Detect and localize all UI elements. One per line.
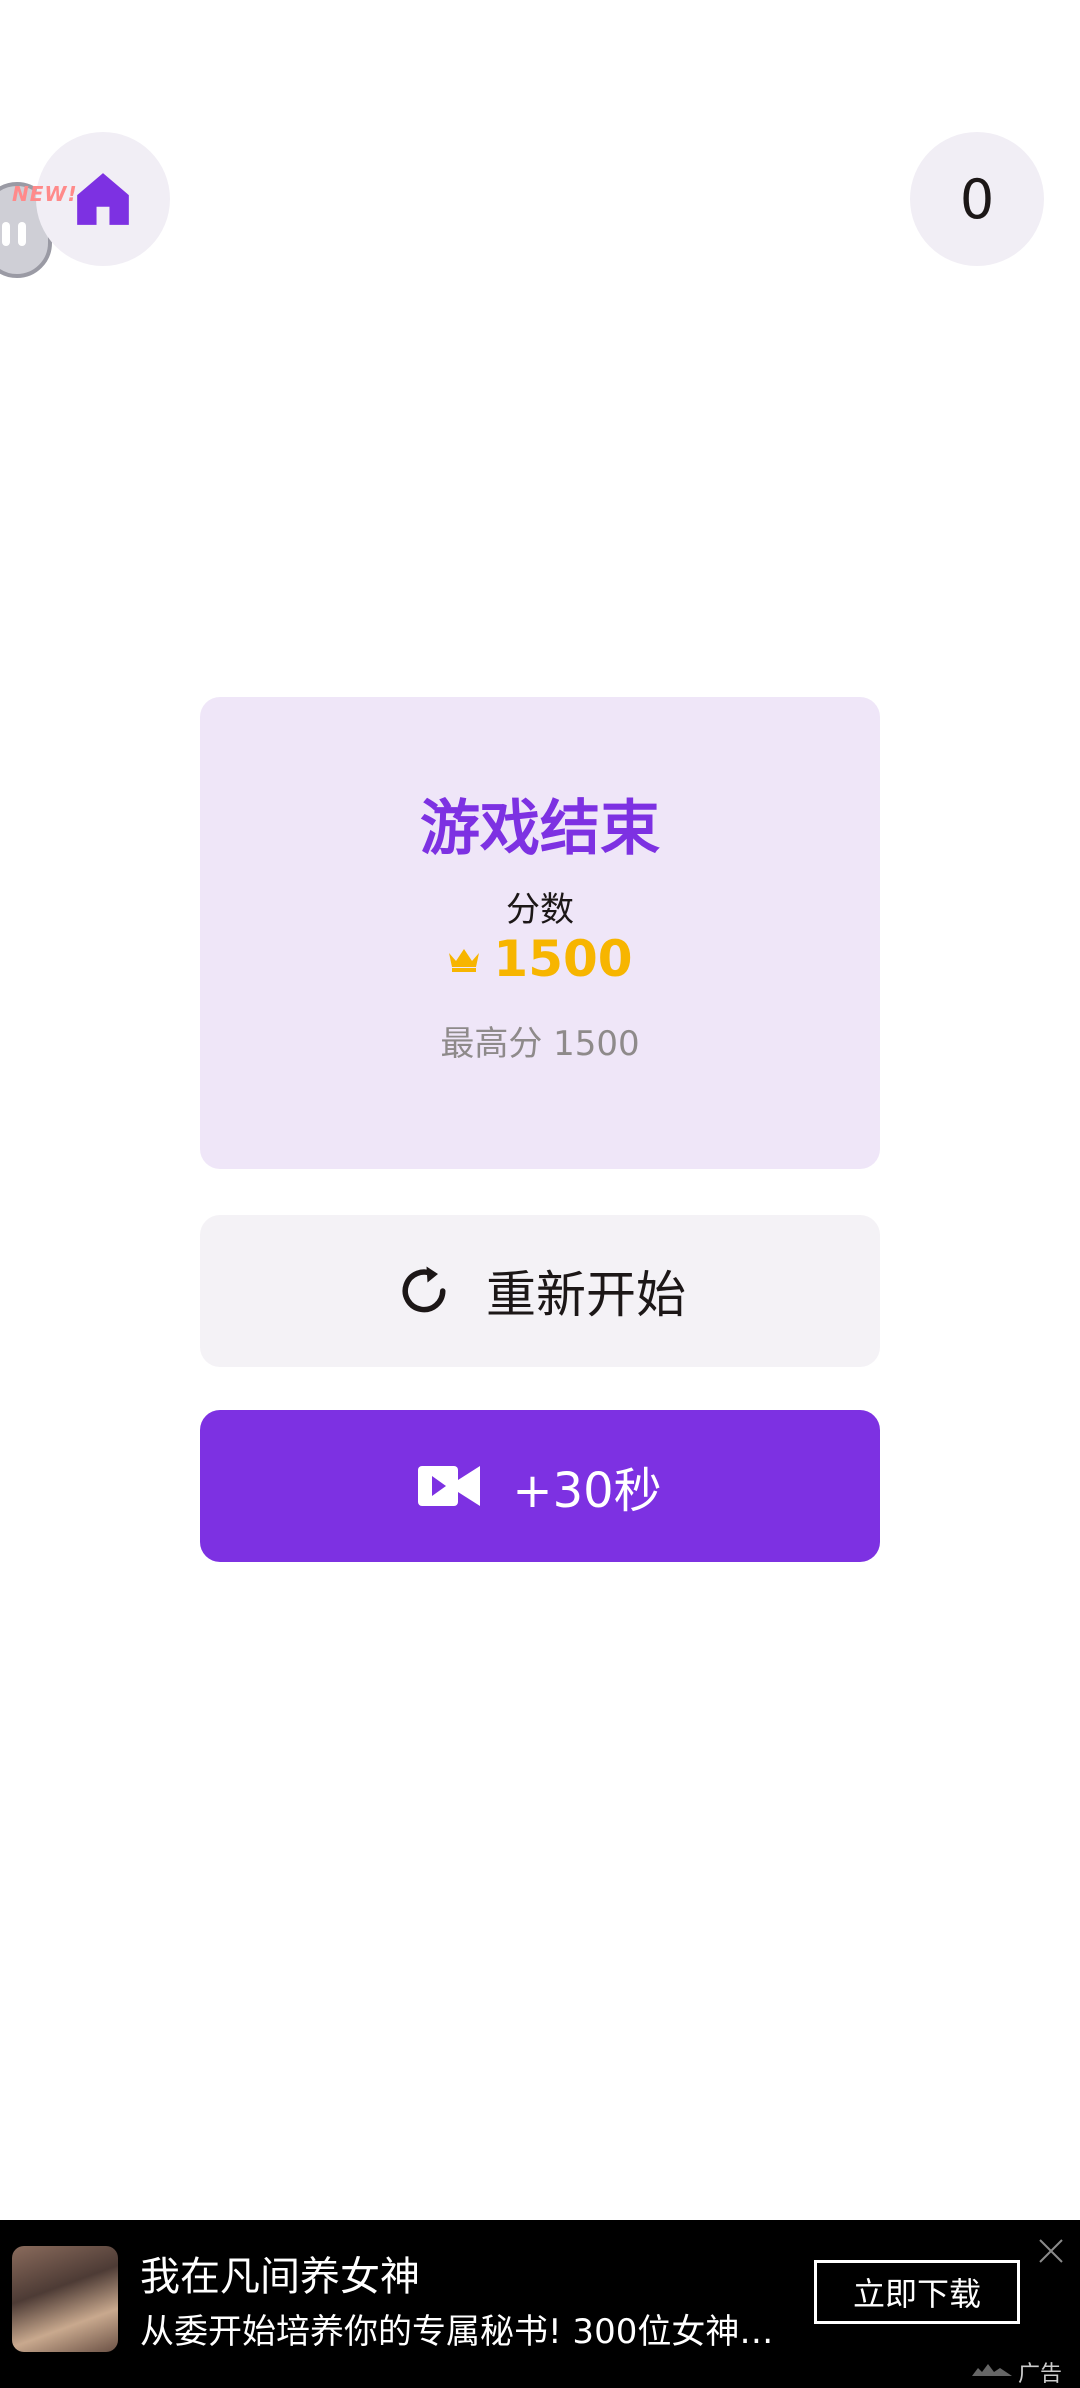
ad-network-logo-icon — [972, 2364, 1012, 2376]
score-counter: 0 — [910, 132, 1044, 266]
ad-thumbnail[interactable] — [12, 2246, 118, 2352]
refresh-icon — [402, 1266, 446, 1313]
video-camera-icon — [418, 1466, 481, 1506]
best-score-label: 最高分 — [440, 1024, 543, 1064]
best-score-value: 1500 — [553, 1024, 640, 1064]
best-score-row: 最高分 1500 — [0, 1016, 1080, 1065]
ad-subtitle[interactable]: 从委开始培养你的专属秘书! 300位女神等你来撩 — [140, 2304, 800, 2353]
score-counter-value: 0 — [959, 167, 995, 231]
close-icon[interactable] — [1036, 2236, 1066, 2266]
ad-banner[interactable]: 我在凡间养女神 从委开始培养你的专属秘书! 300位女神等你来撩 立即下载 广告 — [0, 2220, 1080, 2388]
restart-label: 重新开始 — [486, 1266, 686, 1324]
score-row: 1500 — [0, 930, 1080, 988]
ad-download-button[interactable]: 立即下载 — [814, 2260, 1020, 2324]
crown-icon — [449, 949, 480, 972]
badge-eye-icon — [18, 222, 26, 246]
score-value: 1500 — [493, 930, 633, 988]
score-label: 分数 — [506, 890, 574, 930]
home-icon — [77, 173, 129, 225]
badge-eye-icon — [2, 222, 10, 246]
bonus-time-label: +30秒 — [512, 1463, 662, 1519]
ad-label: 广告 — [1018, 2362, 1063, 2387]
restart-button[interactable]: 重新开始 — [200, 1215, 880, 1367]
game-over-title: 游戏结束 — [420, 794, 660, 864]
bonus-time-button[interactable]: +30秒 — [200, 1410, 880, 1562]
ad-title[interactable]: 我在凡间养女神 — [140, 2244, 420, 2302]
new-tag: NEW! — [12, 182, 78, 206]
